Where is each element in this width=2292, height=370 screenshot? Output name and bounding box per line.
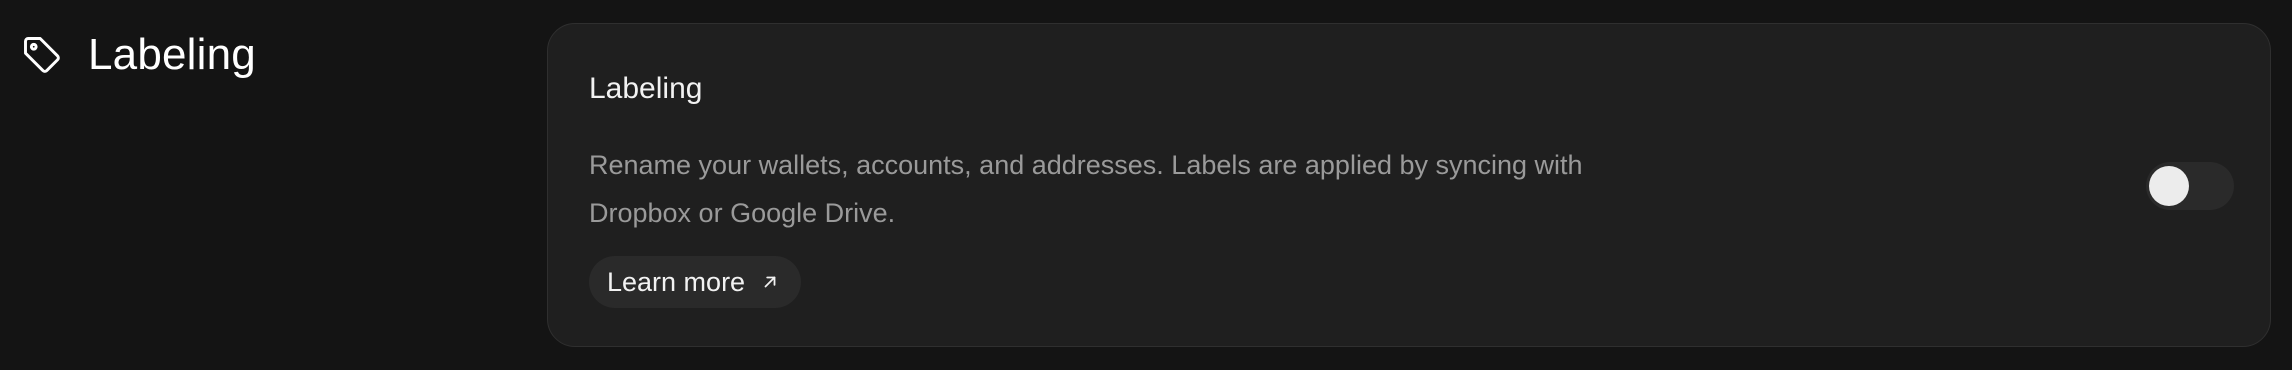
card-description: Rename your wallets, accounts, and addre… bbox=[589, 150, 1583, 228]
section-header: Labeling bbox=[20, 30, 256, 80]
card-title: Labeling bbox=[589, 72, 703, 105]
toggle-knob bbox=[2149, 166, 2189, 206]
labeling-toggle[interactable] bbox=[2146, 162, 2234, 210]
learn-more-label: Learn more bbox=[607, 266, 746, 297]
settings-page: Labeling Labeling Rename your wallets, a… bbox=[0, 0, 2292, 370]
arrow-up-right-icon bbox=[764, 276, 776, 288]
section-title: Labeling bbox=[88, 30, 256, 79]
tag-icon bbox=[24, 37, 60, 73]
learn-more-button[interactable]: Learn more bbox=[589, 256, 802, 308]
labeling-card: Labeling Rename your wallets, accounts, … bbox=[547, 23, 2271, 347]
